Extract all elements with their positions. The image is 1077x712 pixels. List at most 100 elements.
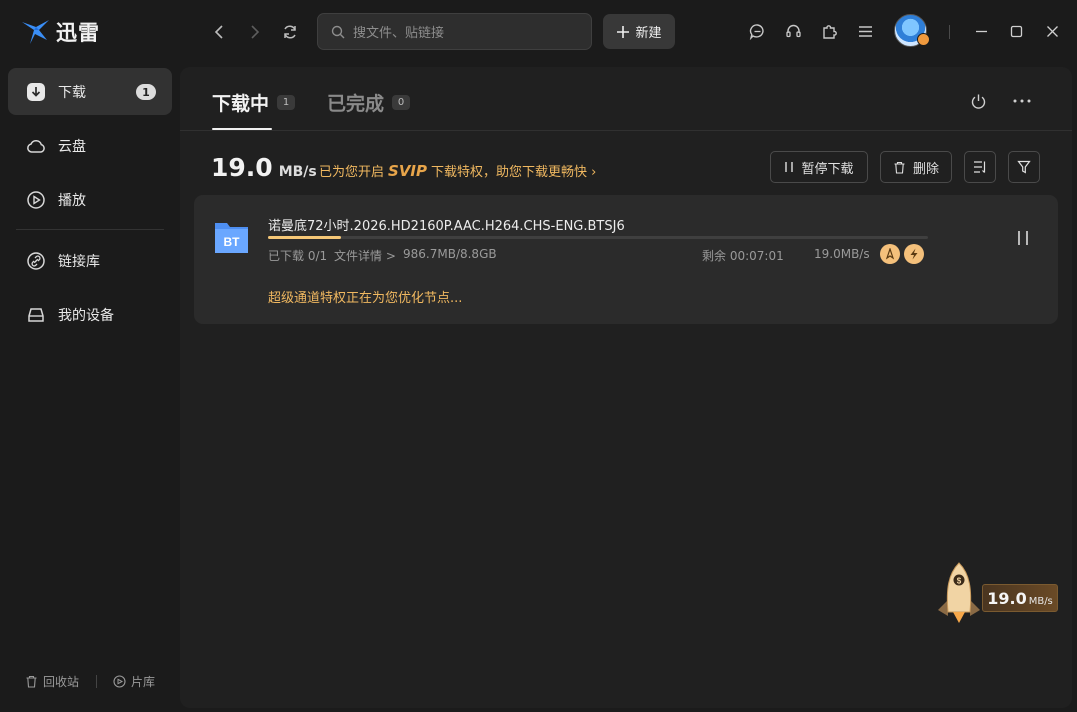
window-controls-divider [949,25,950,39]
tab-label: 下载中 [212,93,270,115]
task-progress-fill [268,236,341,239]
minimize-icon [975,30,987,32]
filter-icon [1017,160,1031,174]
download-icon [27,82,45,101]
new-task-button[interactable]: 新建 [603,14,675,49]
power-icon [971,94,985,109]
acceleration-icon [880,244,900,264]
device-icon [28,307,44,322]
maximize-button[interactable] [1007,22,1025,40]
floating-rocket-icon[interactable]: $ [934,560,984,624]
chevron-right-icon [251,25,260,39]
bt-folder-icon: BT [215,223,248,253]
svip-promo-link[interactable]: 已为您开启 SVIP 下载特权，助您下载更畅快 › [319,161,597,181]
new-task-label: 新建 [635,26,662,41]
film-icon [113,675,126,688]
puzzle-icon [822,24,837,39]
sidebar-divider [16,229,164,230]
app-name: 迅雷 [56,21,100,45]
sidebar-item-cloud[interactable]: 云盘 [8,122,172,169]
menu-button[interactable] [856,22,874,40]
link-icon [27,251,45,270]
minimize-button[interactable] [972,22,990,40]
task-speed: 19.0MB/s [814,247,870,261]
sort-icon [974,161,986,173]
file-details-link[interactable]: 文件详情 > [334,247,396,264]
close-button[interactable] [1043,22,1061,40]
tab-count: 1 [277,95,296,110]
promo-text-post: 下载特权，助您下载更畅快 › [431,165,597,180]
sidebar-item-label: 云盘 [58,138,86,155]
pause-all-label: 暂停下载 [801,161,854,177]
sort-button[interactable] [964,151,996,183]
search-placeholder: 搜文件、贴链接 [353,26,445,41]
plugins-button[interactable] [820,22,838,40]
tab-completed[interactable]: 已完成 0 [327,89,411,116]
sidebar-item-label: 链接库 [58,253,100,270]
forward-button[interactable] [245,22,265,42]
download-count-badge: 1 [136,84,156,100]
delete-button[interactable]: 删除 [880,151,952,183]
floating-speed-widget[interactable]: 19.0 MB/s [982,584,1058,612]
tab-count: 0 [392,95,411,110]
sidebar-item-links[interactable]: 链接库 [8,237,172,284]
pause-icon [785,162,794,172]
search-icon [331,25,345,38]
trash-label: 回收站 [43,675,80,689]
play-icon [27,190,45,209]
close-icon [1046,25,1058,37]
tab-divider [180,130,1072,131]
cloud-icon [27,139,45,153]
task-remaining-time: 剩余 00:07:01 [702,249,784,263]
task-status-message: 超级通道特权正在为您优化节点... [268,291,463,306]
sidebar-item-label: 播放 [58,192,86,209]
bottom-divider [96,675,97,688]
maximize-icon [1010,25,1022,37]
task-pause-button[interactable] [1014,229,1032,247]
filter-button[interactable] [1008,151,1040,183]
rocket-icon [885,248,895,260]
refresh-button[interactable] [280,22,300,42]
chat-bubble-icon [749,23,764,40]
shutdown-after-download-button[interactable] [967,90,989,112]
vip-badge-icon [917,33,930,46]
library-link[interactable]: 片库 [113,673,155,690]
refresh-icon [284,25,296,39]
support-button[interactable] [784,22,802,40]
sidebar-item-label: 我的设备 [58,307,114,324]
hamburger-icon [858,25,872,37]
tab-downloading[interactable]: 下载中 1 [212,89,296,116]
app-logo: 迅雷 [20,17,100,47]
task-size: 986.7MB/8.8GB [403,247,497,261]
trash-link[interactable]: 回收站 [25,673,79,690]
pause-icon [1018,231,1028,245]
floating-speed-unit: MB/s [1028,596,1053,607]
svg-text:$: $ [957,577,962,586]
task-downloaded-files: 已下载 0/1 [268,249,328,263]
file-type-label: BT [224,235,241,249]
task-progress-bar [268,236,928,239]
super-channel-icon [904,244,924,264]
xunlei-bird-icon [22,20,49,44]
back-button[interactable] [209,22,229,42]
total-speed-unit: MB/s [278,164,317,180]
sidebar-item-label: 下载 [58,84,86,101]
promo-text-pre: 已为您开启 [319,165,385,180]
total-speed-value: 19.0 [211,153,273,182]
pause-all-button[interactable]: 暂停下载 [770,151,868,183]
download-task-row[interactable]: BT 诺曼底72小时.2026.HD2160P.AAC.H264.CHS-ENG… [194,195,1058,324]
svip-label: SVIP [388,161,428,180]
library-label: 片库 [131,675,156,689]
total-speed: 19.0 MB/s [211,153,317,182]
sidebar-item-devices[interactable]: 我的设备 [8,291,172,338]
trash-icon [894,161,905,174]
sidebar-item-download[interactable]: 下载 1 [8,68,172,115]
sidebar-item-play[interactable]: 播放 [8,176,172,223]
plus-icon [617,25,630,38]
lightning-icon [910,248,918,260]
message-button[interactable] [748,22,766,40]
tab-label: 已完成 [327,93,385,115]
more-dots-icon [1013,99,1031,103]
search-input[interactable]: 搜文件、贴链接 [317,13,592,50]
more-button[interactable] [1011,90,1033,112]
